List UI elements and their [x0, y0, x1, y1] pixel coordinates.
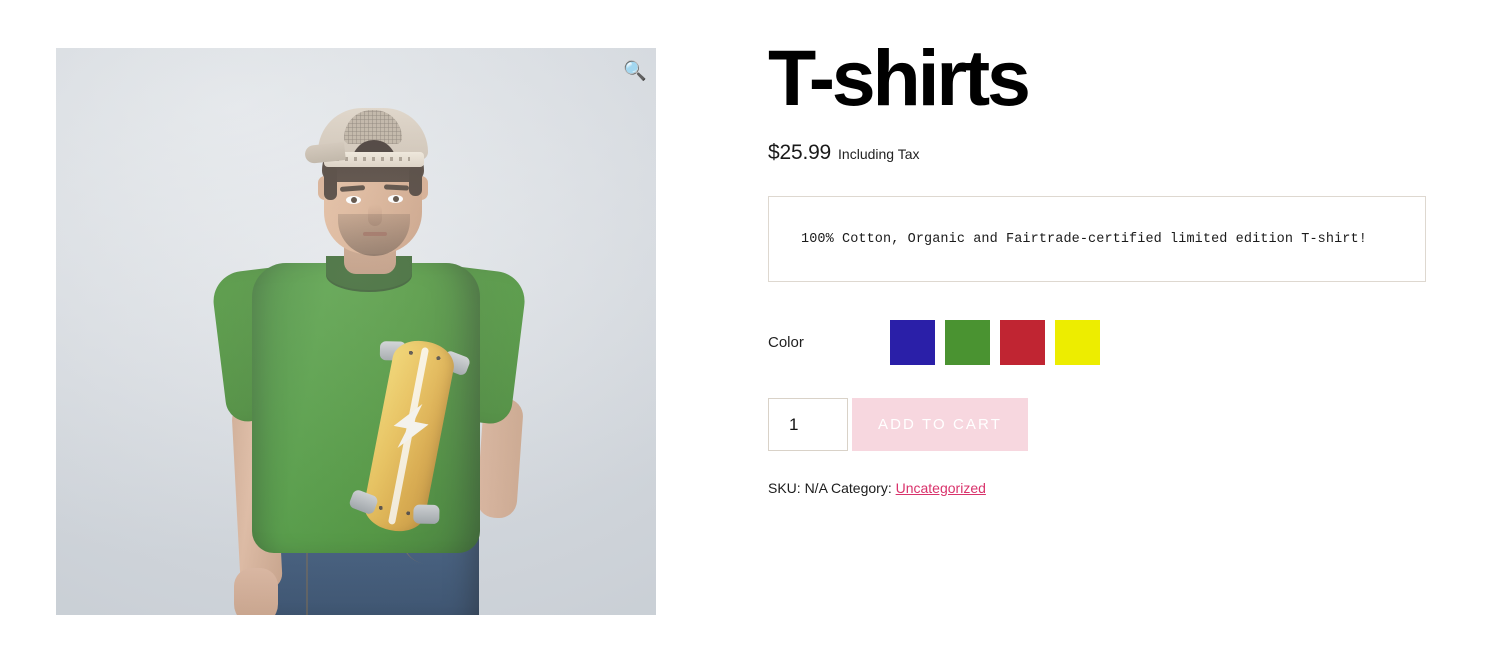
variations-form: Color: [768, 320, 1428, 366]
price-row: $25.99 Including Tax: [768, 141, 1428, 165]
left-hand: [234, 568, 278, 615]
color-swatch-green[interactable]: [945, 320, 990, 366]
product-summary: T-shirts $25.99 Including Tax 100% Cotto…: [768, 33, 1428, 496]
skateboard-truck-icon: [413, 504, 440, 524]
product-image[interactable]: [56, 48, 656, 615]
left-eye: [346, 196, 361, 204]
product-meta: SKU: N/A Category: Uncategorized: [768, 480, 1428, 496]
color-swatch-yellow[interactable]: [1055, 320, 1100, 366]
right-eye: [388, 195, 403, 203]
price-tax-note: Including Tax: [838, 146, 920, 163]
model-figure: [56, 48, 656, 615]
quantity-input[interactable]: [768, 398, 848, 452]
left-sideburn: [324, 166, 337, 200]
color-swatch-red[interactable]: [1000, 320, 1045, 366]
product-description: 100% Cotton, Organic and Fairtrade-certi…: [801, 231, 1367, 247]
add-to-cart-button[interactable]: ADD TO CART: [852, 398, 1028, 452]
page-title: T-shirts: [768, 33, 1031, 122]
product-page: 🔍 T-shirts $25.99 Including Tax 100% Cot…: [0, 0, 1497, 671]
category-link[interactable]: Uncategorized: [896, 480, 986, 496]
lightning-bolt-icon: [384, 398, 438, 454]
magnifier-icon[interactable]: 🔍: [622, 58, 648, 84]
right-sideburn: [409, 166, 422, 196]
mouth: [363, 232, 387, 236]
color-swatch-list: [890, 320, 1100, 366]
color-swatch-blue[interactable]: [890, 320, 935, 366]
sku-and-category-label: SKU: N/A Category:: [768, 480, 892, 497]
product-gallery[interactable]: 🔍: [56, 48, 656, 615]
cap-strap-holes: [336, 157, 410, 161]
color-attribute-label: Color: [768, 334, 804, 352]
product-description-box: 100% Cotton, Organic and Fairtrade-certi…: [768, 196, 1426, 283]
price-amount: $25.99: [768, 141, 832, 165]
cart-row: ADD TO CART: [768, 398, 1428, 452]
